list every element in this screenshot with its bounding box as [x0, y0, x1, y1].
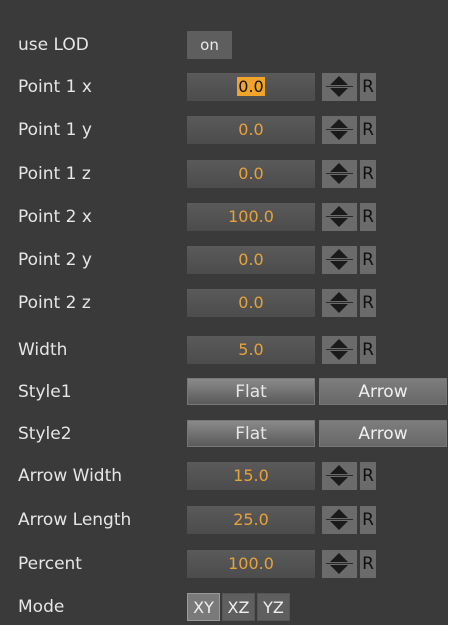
arrow-down-icon[interactable]: [330, 131, 348, 140]
point1-y-input[interactable]: 0.0: [187, 116, 315, 144]
arrow-up-icon[interactable]: [330, 119, 348, 128]
row-point1-y: Point 1 y 0.0 R: [0, 115, 448, 145]
arrow-up-icon[interactable]: [330, 509, 348, 518]
use-lod-toggle[interactable]: on: [187, 31, 232, 59]
row-style1: Style1 Flat Arrow: [0, 377, 448, 407]
width-spinner[interactable]: [322, 336, 357, 364]
mode-xz-button[interactable]: XZ: [222, 593, 255, 621]
point2-x-reset-button[interactable]: R: [360, 203, 376, 231]
row-mode: Mode XY XZ YZ: [0, 592, 448, 622]
point2-z-label: Point 2 z: [18, 293, 91, 313]
row-point2-x: Point 2 x 100.0 R: [0, 202, 448, 232]
spinner-divider: [326, 216, 353, 217]
point1-x-value: 0.0: [237, 77, 265, 96]
point1-y-spinner[interactable]: [322, 116, 357, 144]
row-arrow-length: Arrow Length 25.0 R: [0, 505, 448, 535]
arrow-up-icon[interactable]: [330, 339, 348, 348]
arrow-length-spinner[interactable]: [322, 506, 357, 534]
arrow-down-icon[interactable]: [330, 565, 348, 574]
arrow-width-label: Arrow Width: [18, 466, 123, 486]
style2-arrow-button[interactable]: Arrow: [319, 420, 447, 447]
point1-x-spinner[interactable]: [322, 73, 357, 101]
arrow-length-reset-button[interactable]: R: [360, 506, 376, 534]
row-point1-z: Point 1 z 0.0 R: [0, 159, 448, 189]
arrow-down-icon[interactable]: [330, 175, 348, 184]
point2-z-reset-button[interactable]: R: [360, 289, 376, 317]
spinner-divider: [326, 302, 353, 303]
point1-z-label: Point 1 z: [18, 164, 91, 184]
point1-z-reset-button[interactable]: R: [360, 160, 376, 188]
properties-panel: use LOD on Point 1 x 0.0 R Point 1 y 0.0…: [0, 0, 448, 625]
arrow-up-icon[interactable]: [330, 292, 348, 301]
style1-flat-button[interactable]: Flat: [187, 378, 315, 405]
point1-x-input[interactable]: 0.0: [187, 73, 315, 101]
style2-label: Style2: [18, 424, 72, 444]
point2-y-label: Point 2 y: [18, 250, 92, 270]
percent-spinner[interactable]: [322, 550, 357, 578]
arrow-down-icon[interactable]: [330, 304, 348, 313]
row-point2-y: Point 2 y 0.0 R: [0, 245, 448, 275]
spinner-divider: [326, 86, 353, 87]
point2-z-spinner[interactable]: [322, 289, 357, 317]
percent-reset-button[interactable]: R: [360, 550, 376, 578]
arrow-down-icon[interactable]: [330, 261, 348, 270]
arrow-down-icon[interactable]: [330, 88, 348, 97]
row-percent: Percent 100.0 R: [0, 549, 448, 579]
arrow-width-reset-button[interactable]: R: [360, 462, 376, 490]
arrow-down-icon[interactable]: [330, 521, 348, 530]
arrow-width-input[interactable]: 15.0: [187, 462, 315, 490]
arrow-up-icon[interactable]: [330, 76, 348, 85]
spinner-divider: [326, 129, 353, 130]
arrow-up-icon[interactable]: [330, 553, 348, 562]
style1-label: Style1: [18, 382, 72, 402]
width-label: Width: [18, 340, 68, 360]
arrow-down-icon[interactable]: [330, 477, 348, 486]
mode-label: Mode: [18, 597, 65, 617]
style2-flat-button[interactable]: Flat: [187, 420, 315, 447]
point1-y-label: Point 1 y: [18, 120, 92, 140]
point2-x-spinner[interactable]: [322, 203, 357, 231]
percent-input[interactable]: 100.0: [187, 550, 315, 578]
row-point2-z: Point 2 z 0.0 R: [0, 288, 448, 318]
point2-y-input[interactable]: 0.0: [187, 246, 315, 274]
width-input[interactable]: 5.0: [187, 336, 315, 364]
arrow-up-icon[interactable]: [330, 163, 348, 172]
point2-x-input[interactable]: 100.0: [187, 203, 315, 231]
point2-z-input[interactable]: 0.0: [187, 289, 315, 317]
arrow-length-input[interactable]: 25.0: [187, 506, 315, 534]
arrow-down-icon[interactable]: [330, 351, 348, 360]
arrow-up-icon[interactable]: [330, 206, 348, 215]
spinner-divider: [326, 349, 353, 350]
point1-x-label: Point 1 x: [18, 77, 92, 97]
arrow-down-icon[interactable]: [330, 218, 348, 227]
point1-z-input[interactable]: 0.0: [187, 160, 315, 188]
arrow-length-label: Arrow Length: [18, 510, 132, 530]
spinner-divider: [326, 259, 353, 260]
row-width: Width 5.0 R: [0, 335, 448, 365]
spinner-divider: [326, 519, 353, 520]
row-point1-x: Point 1 x 0.0 R: [0, 72, 448, 102]
point2-y-reset-button[interactable]: R: [360, 246, 376, 274]
arrow-width-spinner[interactable]: [322, 462, 357, 490]
width-reset-button[interactable]: R: [360, 336, 376, 364]
point2-y-spinner[interactable]: [322, 246, 357, 274]
arrow-up-icon[interactable]: [330, 465, 348, 474]
style1-arrow-button[interactable]: Arrow: [319, 378, 447, 405]
row-style2: Style2 Flat Arrow: [0, 419, 448, 449]
spinner-divider: [326, 475, 353, 476]
spinner-divider: [326, 173, 353, 174]
point2-x-label: Point 2 x: [18, 207, 92, 227]
mode-xy-button[interactable]: XY: [187, 593, 220, 621]
spinner-divider: [326, 563, 353, 564]
point1-z-spinner[interactable]: [322, 160, 357, 188]
row-arrow-width: Arrow Width 15.0 R: [0, 461, 448, 491]
row-use-lod: use LOD on: [0, 30, 448, 60]
point1-x-reset-button[interactable]: R: [360, 73, 376, 101]
mode-yz-button[interactable]: YZ: [257, 593, 290, 621]
use-lod-label: use LOD: [18, 35, 89, 55]
arrow-up-icon[interactable]: [330, 249, 348, 258]
point1-y-reset-button[interactable]: R: [360, 116, 376, 144]
percent-label: Percent: [18, 554, 82, 574]
